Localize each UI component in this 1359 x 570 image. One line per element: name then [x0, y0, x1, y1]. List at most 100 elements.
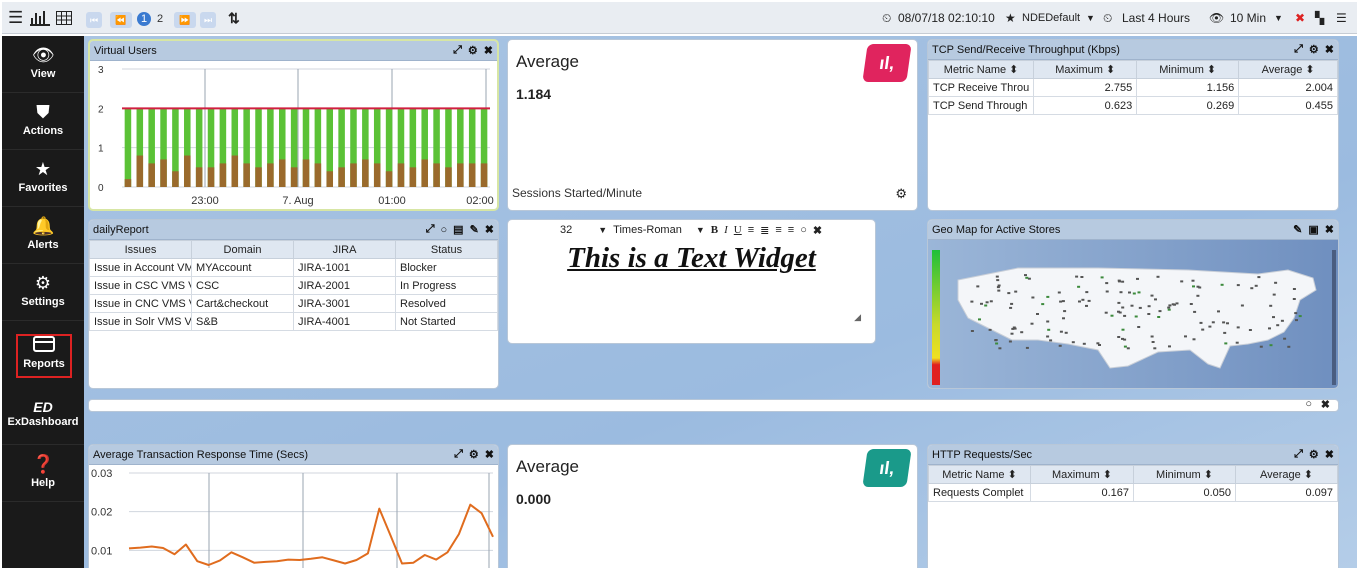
gear-icon[interactable]: ⚙ [468, 44, 478, 57]
align-right-icon[interactable]: ≡ [788, 224, 794, 236]
page-2-button[interactable]: 2 [153, 12, 167, 26]
column-header[interactable]: Average ⬍ [1235, 465, 1338, 484]
sidebar-item-settings[interactable]: ⚙ Settings [2, 264, 84, 321]
column-header[interactable]: Maximum ⬍ [1033, 60, 1138, 79]
list-icon[interactable]: ☰ [1336, 9, 1347, 27]
daily-report-widget[interactable]: dailyReport ⤢ ○ ▤ ✎ ✖ Issues Domain JIRA… [88, 219, 499, 389]
align-justify-icon[interactable]: ≣ [760, 224, 769, 237]
avg-transaction-response-widget[interactable]: Average Transaction Response Time (Secs)… [88, 444, 499, 568]
chevron-down-icon[interactable]: ▼ [598, 225, 607, 235]
expand-icon[interactable]: ⤢ [426, 223, 435, 236]
close-icon[interactable]: ✖ [485, 223, 494, 236]
chevron-down-icon[interactable]: ▼ [1086, 9, 1095, 27]
align-left-icon[interactable]: ≡ [775, 224, 781, 236]
close-icon[interactable]: ✖ [1325, 43, 1334, 56]
average-sessions-widget[interactable]: Average 1.184 ıl, Sessions Started/Minut… [507, 39, 918, 211]
grid-icon[interactable] [56, 9, 72, 27]
column-header[interactable]: Minimum ⬍ [1133, 465, 1236, 484]
range-dropdown[interactable]: Last 4 Hours [1122, 9, 1190, 27]
sort-icon[interactable]: ⇅ [228, 9, 240, 27]
chevron-down-icon[interactable]: ▼ [1274, 9, 1283, 27]
widget-header[interactable]: Virtual Users ⤢ ⚙ ✖ [90, 41, 497, 61]
italic-icon[interactable]: I [724, 224, 728, 236]
widget-header[interactable]: TCP Send/Receive Throughput (Kbps) ⤢ ⚙ ✖ [928, 40, 1338, 60]
gear-icon[interactable]: ⚙ [1309, 43, 1319, 56]
font-family-select[interactable]: Times-Roman [613, 224, 682, 236]
column-header[interactable]: Domain [191, 240, 294, 259]
table-row[interactable]: Issue in CSC VMS V CSC JIRA-2001 In Prog… [89, 276, 498, 295]
close-icon[interactable]: ✖ [813, 224, 822, 237]
underline-icon[interactable]: U [734, 224, 742, 236]
bar-chart-icon[interactable] [30, 9, 50, 27]
expand-icon[interactable]: ⤢ [1294, 448, 1303, 461]
column-header[interactable]: JIRA [293, 240, 396, 259]
sidebar-item-exdashboard[interactable]: ED ExDashboard [2, 388, 84, 445]
table-row[interactable]: Issue in Solr VMS V S&B JIRA-4001 Not St… [89, 312, 498, 331]
table-row[interactable]: Requests Complet 0.167 0.050 0.097 [928, 483, 1338, 502]
sidebar-item-help[interactable]: ❓ Help [2, 445, 84, 502]
pin-icon[interactable]: ✖ [1295, 9, 1305, 27]
layout-icon[interactable]: ▚ [1315, 9, 1324, 27]
last-page-icon[interactable]: ⏭ [200, 12, 216, 28]
edit-icon[interactable]: ✎ [1293, 223, 1302, 236]
close-icon[interactable]: ✖ [1325, 223, 1334, 236]
datetime-text[interactable]: 08/07/18 02:10:10 [898, 9, 995, 27]
close-icon[interactable]: ✖ [484, 44, 493, 57]
gear-icon[interactable]: ⚙ [1309, 448, 1319, 461]
chevron-down-icon[interactable]: ▼ [696, 225, 705, 235]
column-header[interactable]: Maximum ⬍ [1030, 465, 1134, 484]
resize-handle-icon[interactable]: ◢ [854, 312, 861, 323]
sidebar-item-favorites[interactable]: ★ Favorites [2, 150, 84, 207]
close-icon[interactable]: ✖ [485, 448, 494, 461]
geo-map-widget[interactable]: Geo Map for Active Stores ✎ ▣ ✖ [927, 219, 1339, 389]
hamburger-icon[interactable]: ☰ [8, 8, 23, 27]
text-widget[interactable]: 32 ▼ Times-Roman ▼ B I U ≡ ≣ ≡ ≡ ○ ✖ Thi… [507, 219, 876, 344]
first-page-icon[interactable]: ⏮ [86, 12, 102, 28]
collapsed-widget-bar[interactable]: ○ ✖ [88, 399, 1339, 412]
column-header[interactable]: Status [395, 240, 498, 259]
sidebar-item-reports[interactable]: Reports [14, 332, 74, 380]
refresh-icon[interactable]: ○ [1305, 400, 1312, 410]
column-header[interactable]: Metric Name ⬍ [928, 60, 1035, 79]
column-header[interactable]: Average ⬍ [1238, 60, 1338, 79]
font-size-select[interactable]: 32 [560, 224, 572, 236]
expand-icon[interactable]: ⤢ [454, 448, 463, 461]
gear-icon[interactable]: ⚙ [469, 448, 479, 461]
table-row[interactable]: TCP Receive Throu 2.755 1.156 2.004 [928, 78, 1338, 97]
widget-header[interactable]: HTTP Requests/Sec ⤢ ⚙ ✖ [928, 445, 1338, 465]
expand-icon[interactable]: ⤢ [1294, 43, 1303, 56]
column-header[interactable]: Minimum ⬍ [1136, 60, 1240, 79]
interval-dropdown[interactable]: 10 Min [1230, 9, 1266, 27]
profile-dropdown[interactable]: NDEDefault [1022, 9, 1080, 27]
tcp-throughput-widget[interactable]: TCP Send/Receive Throughput (Kbps) ⤢ ⚙ ✖… [927, 39, 1339, 211]
virtual-users-widget[interactable]: Virtual Users ⤢ ⚙ ✖ 0 1 2 3 23:00 7. Aug 01:00… [88, 39, 499, 211]
table-row[interactable]: Issue in Account VM MYAccount JIRA-1001 … [89, 258, 498, 277]
close-icon[interactable]: ✖ [1321, 400, 1330, 411]
widget-header[interactable]: Average Transaction Response Time (Secs)… [89, 445, 498, 465]
column-header[interactable]: Issues [89, 240, 192, 259]
edit-icon[interactable]: ✎ [470, 223, 479, 236]
table-row[interactable]: TCP Send Through 0.623 0.269 0.455 [928, 96, 1338, 115]
http-requests-widget[interactable]: HTTP Requests/Sec ⤢ ⚙ ✖ Metric Name ⬍ Ma… [927, 444, 1339, 568]
text-widget-content[interactable]: This is a Text Widget [508, 242, 875, 275]
close-icon[interactable]: ✖ [1325, 448, 1334, 461]
column-header[interactable]: Metric Name ⬍ [928, 465, 1031, 484]
sidebar-item-alerts[interactable]: 🔔 Alerts [2, 207, 84, 264]
page-1-button[interactable]: 1 [137, 12, 151, 26]
refresh-icon[interactable]: ○ [441, 224, 448, 236]
image-icon[interactable]: ▣ [1308, 223, 1318, 236]
align-center-icon[interactable]: ≡ [748, 224, 754, 236]
expand-icon[interactable]: ⤢ [453, 44, 462, 57]
next-page-icon[interactable]: ⏩ [174, 12, 196, 28]
average-widget-2[interactable]: Average 0.000 ıl, [507, 444, 918, 568]
sidebar-item-view[interactable]: 👁 View [2, 36, 84, 93]
widget-header[interactable]: Geo Map for Active Stores ✎ ▣ ✖ [928, 220, 1338, 240]
table-row[interactable]: Issue in CNC VMS V Cart&checkout JIRA-30… [89, 294, 498, 313]
bold-icon[interactable]: B [711, 224, 718, 236]
gear-icon[interactable]: ⚙ [895, 186, 907, 202]
refresh-icon[interactable]: ○ [800, 224, 807, 236]
document-icon[interactable]: ▤ [453, 223, 463, 236]
us-map[interactable] [928, 240, 1338, 388]
sidebar-item-actions[interactable]: ⛊ Actions [2, 93, 84, 150]
prev-page-icon[interactable]: ⏪ [110, 12, 132, 28]
